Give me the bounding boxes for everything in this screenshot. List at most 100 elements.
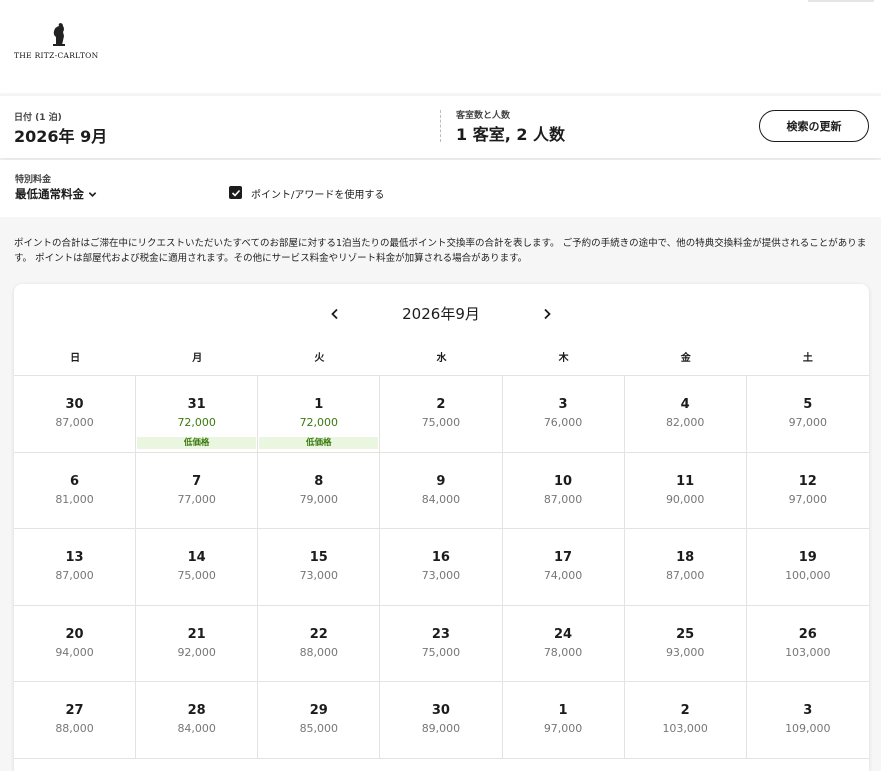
calendar-day-cell[interactable]: 1 72,000 低価格	[258, 376, 381, 452]
use-points-checkbox-label[interactable]: ポイント/アワードを使用する	[251, 186, 384, 201]
day-number: 27	[65, 703, 84, 719]
weekday-label: 月	[192, 353, 203, 364]
day-points-value: 75,000	[421, 416, 461, 429]
day-number: 20	[65, 626, 84, 642]
calendar-day-cell[interactable]: 27 88,000	[14, 682, 137, 758]
day-number: 31	[187, 397, 206, 412]
brand-logo[interactable]: THE RITZ-CARLTON	[14, 22, 106, 60]
lion-crest-icon	[53, 23, 65, 46]
day-points-value: 75,000	[177, 569, 216, 583]
weekday-label: 日	[70, 353, 81, 364]
day-number: 2	[680, 703, 690, 719]
day-number: 5	[803, 397, 813, 412]
day-number: 30	[431, 703, 450, 719]
day-number: 2	[436, 397, 446, 412]
weekday-label: 火	[314, 353, 325, 364]
calendar-day-cell[interactable]: 4 82,000	[625, 376, 747, 452]
day-number: 25	[676, 626, 695, 642]
day-points-value: 89,000	[421, 722, 461, 736]
calendar-day-cell[interactable]: 30 87,000	[14, 376, 137, 452]
day-number: 28	[187, 703, 206, 719]
calendar-day-cell[interactable]: 10 87,000	[503, 452, 625, 529]
calendar-day-cell[interactable]: 14 75,000	[136, 529, 259, 605]
day-number: 1	[558, 703, 568, 719]
guests-field-label: 客室数と人数	[456, 111, 511, 121]
day-number: 14	[187, 550, 206, 566]
calendar-day-cell[interactable]: 20 94,000	[14, 605, 137, 682]
rate-dropdown-value: 最低通常料金	[15, 187, 84, 201]
special-rate-label: 特別料金	[15, 175, 52, 185]
calendar-day-cell[interactable]: 31 72,000 低価格	[136, 376, 259, 452]
calendar-day-cell[interactable]: 30 89,000	[380, 682, 503, 758]
calendar-day-cell[interactable]: 3 76,000	[503, 376, 625, 452]
day-points-value: 85,000	[299, 722, 339, 736]
calendar-day-cell[interactable]: 12 97,000	[747, 453, 869, 529]
calendar-day-cell[interactable]: 6 81,000	[14, 452, 137, 529]
day-points-value: 88,000	[55, 722, 94, 736]
day-points-value: 87,000	[665, 569, 705, 583]
calendar-day-cell[interactable]: 2 75,000	[380, 376, 503, 452]
guests-field-value[interactable]: 1 客室, 2 人数	[456, 121, 565, 145]
calendar-day-cell[interactable]: 8 79,000	[258, 452, 381, 529]
calendar-day-cell[interactable]: 23 75,000	[380, 605, 503, 682]
calendar-day-cell[interactable]: 24 78,000	[503, 605, 625, 682]
use-points-checkbox[interactable]	[229, 186, 242, 199]
day-points-value: 76,000	[543, 416, 583, 429]
day-points-value: 103,000	[785, 645, 831, 659]
chevron-down-icon	[88, 191, 97, 197]
calendar-day-cell[interactable]: 25 93,000	[625, 605, 747, 682]
weekday-label: 土	[802, 353, 813, 364]
chevron-left-icon	[331, 308, 338, 320]
update-search-button[interactable]: 検索の更新	[759, 110, 869, 142]
day-points-value: 77,000	[177, 492, 216, 506]
day-number: 22	[309, 626, 328, 642]
day-number: 13	[65, 550, 84, 566]
day-number: 3	[558, 397, 568, 412]
day-points-value: 75,000	[421, 645, 461, 659]
site-header: THE RITZ-CARLTON	[0, 0, 881, 93]
calendar-day-cell[interactable]: 2 103,000	[625, 682, 747, 758]
calendar-day-cell[interactable]: 19 100,000	[747, 529, 869, 605]
day-number: 8	[314, 473, 324, 489]
rate-dropdown[interactable]: 最低通常料金	[15, 186, 97, 202]
day-number: 17	[554, 550, 573, 566]
day-points-value: 109,000	[785, 722, 831, 736]
day-points-value: 100,000	[785, 569, 831, 583]
weekday-label: 木	[558, 353, 569, 364]
calendar-week-row: 6 81,000 7 77,000 8 79,000 9 84,000 10 87,000 11 90…	[14, 452, 869, 530]
day-number: 18	[676, 550, 695, 566]
calendar-day-cell[interactable]: 18 87,000	[625, 529, 747, 605]
calendar-day-cell[interactable]: 1 97,000	[503, 682, 625, 758]
calendar-day-cell[interactable]: 22 88,000	[258, 605, 381, 682]
calendar-day-cell[interactable]: 17 74,000	[503, 529, 625, 605]
day-number: 24	[554, 626, 573, 642]
day-number: 21	[187, 626, 206, 642]
calendar-week-row: 27 88,000 28 84,000 29 85,000 30 89,000 1 97,000 2…	[14, 682, 869, 759]
calendar-day-cell[interactable]: 7 77,000	[136, 452, 259, 529]
day-number: 9	[436, 473, 446, 489]
calendar-day-cell[interactable]: 15 73,000	[258, 529, 381, 605]
day-points-value: 94,000	[55, 645, 94, 659]
calendar-grid: 30 87,000 31 72,000 低価格 1 72,000 低価格 2 75,000 3 76,…	[14, 375, 869, 759]
calendar-day-cell[interactable]: 9 84,000	[380, 452, 503, 529]
calendar-day-cell[interactable]: 3 109,000	[747, 682, 869, 758]
next-month-button[interactable]	[537, 304, 557, 324]
day-points-value: 84,000	[421, 492, 461, 506]
day-points-value: 93,000	[665, 645, 705, 659]
day-points-value: 103,000	[662, 722, 708, 736]
calendar-day-cell[interactable]: 5 97,000	[747, 376, 869, 452]
field-divider	[440, 110, 441, 142]
day-points-value: 92,000	[177, 645, 216, 659]
calendar-day-cell[interactable]: 13 87,000	[14, 529, 137, 605]
calendar-day-cell[interactable]: 26 103,000	[747, 606, 869, 682]
day-points-value: 90,000	[665, 492, 705, 506]
calendar-day-cell[interactable]: 29 85,000	[258, 682, 381, 758]
calendar-day-cell[interactable]: 28 84,000	[136, 682, 259, 758]
calendar-day-cell[interactable]: 21 92,000	[136, 605, 259, 682]
calendar-day-cell[interactable]: 16 73,000	[380, 529, 503, 605]
date-field-value[interactable]: 2026年 9月	[14, 123, 107, 147]
calendar-day-cell[interactable]: 11 90,000	[625, 452, 747, 529]
day-number: 3	[803, 703, 813, 719]
day-points-value: 73,000	[299, 569, 339, 583]
day-number: 12	[798, 473, 817, 489]
